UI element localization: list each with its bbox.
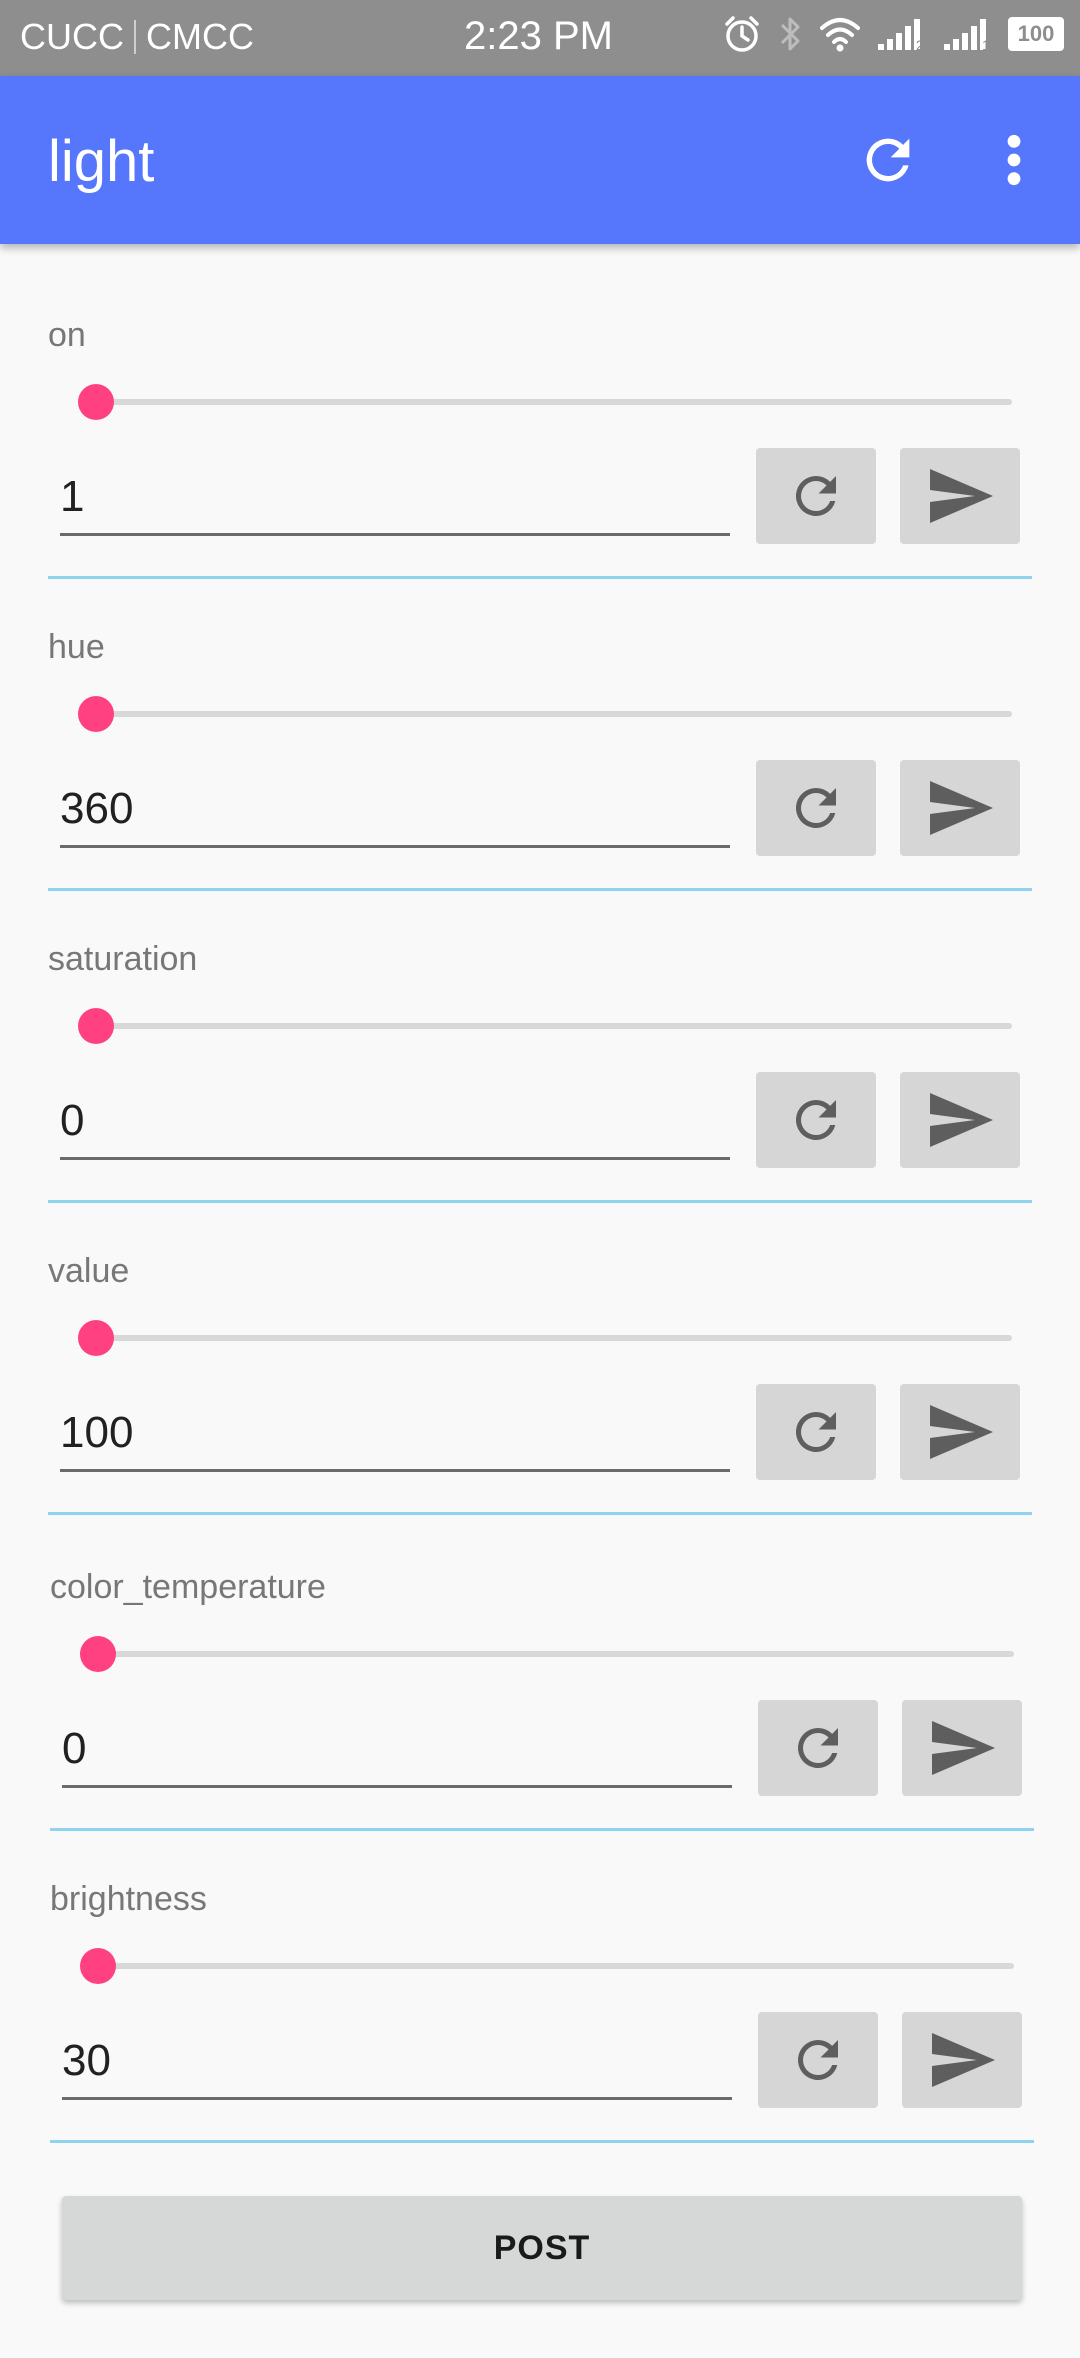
bluetooth-icon xyxy=(780,17,800,51)
field-value-input[interactable]: 30 xyxy=(62,2030,732,2100)
battery-icon: 100 xyxy=(1008,17,1064,51)
status-icons: 2 1 100 xyxy=(722,14,1064,54)
field-row: value 100 xyxy=(48,1252,1032,1515)
carrier-separator xyxy=(134,20,136,54)
slider-track[interactable] xyxy=(98,1651,1014,1657)
field-value-text[interactable]: 0 xyxy=(62,1724,86,1774)
field-divider xyxy=(50,2140,1034,2143)
field-label: on xyxy=(48,316,86,354)
slider-thumb[interactable] xyxy=(78,384,114,420)
field-slider[interactable] xyxy=(50,1936,1014,1996)
app-bar: light xyxy=(0,76,1080,244)
field-refresh-button[interactable] xyxy=(756,760,876,856)
slider-thumb[interactable] xyxy=(78,1008,114,1044)
field-divider xyxy=(48,1200,1032,1203)
carrier-1: CUCC xyxy=(20,16,124,57)
refresh-icon xyxy=(797,1728,838,1768)
battery-level: 100 xyxy=(1017,21,1055,46)
slider-track[interactable] xyxy=(98,1963,1014,1969)
field-row: on 1 xyxy=(48,316,1032,579)
refresh-icon xyxy=(795,1412,836,1452)
carrier-2: CMCC xyxy=(146,16,254,57)
field-slider[interactable] xyxy=(48,1308,1012,1368)
input-underline xyxy=(60,533,730,536)
slider-track[interactable] xyxy=(96,1335,1012,1341)
carrier-names: CUCC CMCC xyxy=(20,16,254,58)
field-send-button[interactable] xyxy=(900,760,1020,856)
field-label: hue xyxy=(48,628,105,666)
field-refresh-button[interactable] xyxy=(756,1384,876,1480)
field-send-button[interactable] xyxy=(902,2012,1022,2108)
signal-icon: 2 xyxy=(878,19,924,53)
signal-icon: 1 xyxy=(944,19,990,53)
field-row: color_temperature 0 xyxy=(50,1568,1034,1831)
input-underline xyxy=(60,845,730,848)
field-slider[interactable] xyxy=(50,1624,1014,1684)
more-vert-icon[interactable] xyxy=(998,128,1030,192)
field-refresh-button[interactable] xyxy=(756,1072,876,1168)
field-divider xyxy=(48,888,1032,891)
field-value-input[interactable]: 1 xyxy=(60,466,730,536)
field-value-text[interactable]: 0 xyxy=(60,1096,84,1146)
alarm-icon xyxy=(725,16,759,52)
field-row: hue 360 xyxy=(48,628,1032,891)
field-value-input[interactable]: 0 xyxy=(60,1090,730,1160)
slider-thumb[interactable] xyxy=(80,1948,116,1984)
field-label: color_temperature xyxy=(50,1568,326,1606)
field-divider xyxy=(48,1512,1032,1515)
slider-thumb[interactable] xyxy=(80,1636,116,1672)
refresh-icon[interactable] xyxy=(856,128,920,192)
field-send-button[interactable] xyxy=(900,1072,1020,1168)
send-icon xyxy=(930,781,993,835)
input-underline xyxy=(60,1157,730,1160)
app-title: light xyxy=(48,129,155,194)
field-label: saturation xyxy=(48,940,198,978)
slider-thumb[interactable] xyxy=(78,696,114,732)
field-send-button[interactable] xyxy=(900,1384,1020,1480)
field-send-button[interactable] xyxy=(900,448,1020,544)
field-label: brightness xyxy=(50,1880,207,1918)
field-slider[interactable] xyxy=(48,684,1012,744)
field-value-text[interactable]: 360 xyxy=(60,784,133,834)
slider-track[interactable] xyxy=(96,399,1012,405)
field-value-input[interactable]: 100 xyxy=(60,1402,730,1472)
field-value-input[interactable]: 360 xyxy=(60,778,730,848)
field-row: brightness 30 xyxy=(50,1880,1034,2143)
slider-track[interactable] xyxy=(96,1023,1012,1029)
send-icon xyxy=(930,1405,993,1459)
post-button[interactable]: POST xyxy=(62,2196,1022,2300)
sim-1-label: 2 xyxy=(916,37,924,53)
field-slider[interactable] xyxy=(48,372,1012,432)
field-value-text[interactable]: 100 xyxy=(60,1408,133,1458)
refresh-icon xyxy=(795,1100,836,1140)
field-refresh-button[interactable] xyxy=(756,448,876,544)
field-divider xyxy=(48,576,1032,579)
status-time: 2:23 PM xyxy=(464,14,613,58)
send-icon xyxy=(930,469,993,523)
field-value-text[interactable]: 1 xyxy=(60,472,84,522)
refresh-icon xyxy=(795,475,836,516)
wifi-icon xyxy=(820,18,860,52)
slider-track[interactable] xyxy=(96,711,1012,717)
refresh-icon xyxy=(797,2040,838,2080)
field-slider[interactable] xyxy=(48,996,1012,1056)
field-divider xyxy=(50,1828,1034,1831)
status-bar: CUCC CMCC 2:23 PM 2 1 100 xyxy=(0,0,1080,76)
field-value-text[interactable]: 30 xyxy=(62,2036,111,2086)
slider-thumb[interactable] xyxy=(78,1320,114,1356)
field-value-input[interactable]: 0 xyxy=(62,1718,732,1788)
field-refresh-button[interactable] xyxy=(758,2012,878,2108)
input-underline xyxy=(62,2097,732,2100)
field-refresh-button[interactable] xyxy=(758,1700,878,1796)
send-icon xyxy=(930,1093,993,1147)
input-underline xyxy=(62,1785,732,1788)
field-send-button[interactable] xyxy=(902,1700,1022,1796)
refresh-icon xyxy=(795,787,836,828)
field-label: value xyxy=(48,1252,130,1290)
sim-2-label: 1 xyxy=(982,37,990,53)
input-underline xyxy=(60,1469,730,1472)
field-row: saturation 0 xyxy=(48,940,1032,1203)
send-icon xyxy=(932,2033,995,2087)
send-icon xyxy=(932,1721,995,1775)
